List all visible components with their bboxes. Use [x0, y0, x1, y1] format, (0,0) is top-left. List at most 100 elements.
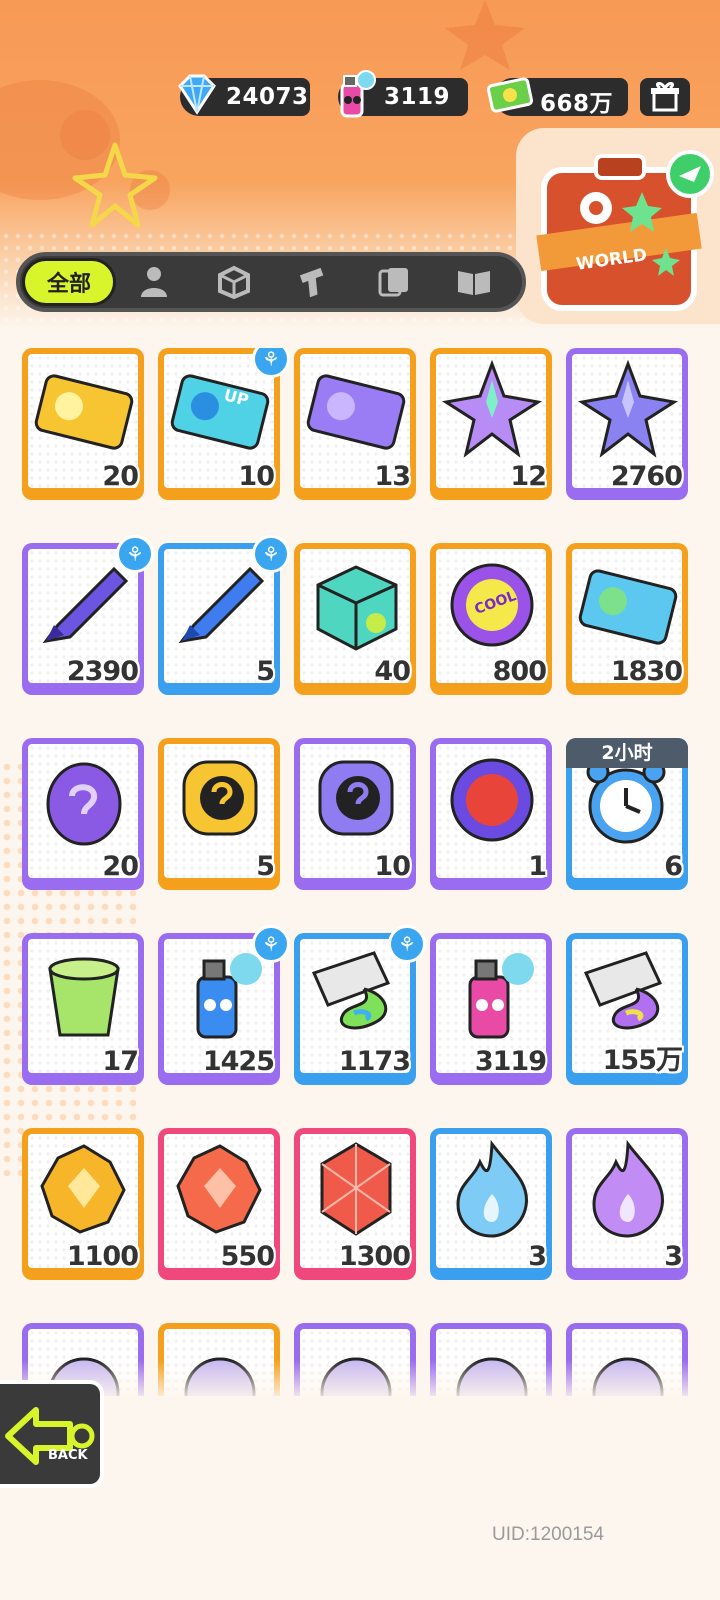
- item-count: 1173: [338, 1046, 411, 1077]
- blue-spray-can-icon: [196, 953, 262, 1039]
- item-count: 1830: [610, 656, 683, 687]
- inventory-item[interactable]: 17: [22, 933, 144, 1085]
- item-count: 10: [238, 461, 275, 492]
- palm-tree-badge-icon: ⚘: [252, 925, 290, 963]
- tab-all[interactable]: 全部: [22, 258, 116, 306]
- currency-value: 668万: [540, 91, 614, 117]
- currency-value: 24073: [226, 84, 309, 110]
- inventory-item[interactable]: ⚘ UP 10: [158, 348, 290, 500]
- cash-icon: [486, 77, 534, 113]
- pink-spray-can-icon: [468, 953, 534, 1039]
- cards-icon: [378, 268, 408, 297]
- inventory-item[interactable]: 40: [294, 543, 416, 695]
- mystery-deity-purple-icon: [318, 760, 394, 836]
- color-box-icon: [316, 565, 398, 651]
- item-count: 13: [374, 461, 411, 492]
- tab-cards[interactable]: [364, 256, 424, 308]
- purple-star-icon: [577, 359, 679, 458]
- gold-crystal-icon: [40, 1144, 126, 1234]
- item-count: 10: [374, 851, 411, 882]
- back-button[interactable]: BACK: [0, 1380, 104, 1488]
- book-icon: [458, 271, 490, 295]
- inventory-item[interactable]: 3: [430, 1128, 552, 1280]
- inventory-item[interactable]: 20: [22, 738, 144, 890]
- ticket-up-icon: [170, 374, 270, 450]
- star-doodle-icon: [72, 142, 158, 228]
- inventory-item[interactable]: 20: [22, 348, 144, 500]
- mystery-deity-gold-icon: [182, 760, 258, 836]
- item-count: 155万: [602, 1045, 683, 1076]
- item-count: 1100: [66, 1241, 139, 1272]
- box-icon: [218, 265, 250, 299]
- item-count: 3: [528, 1241, 547, 1272]
- world-button[interactable]: WORLD: [516, 128, 720, 324]
- item-count: 17: [102, 1046, 139, 1077]
- purple-flame-icon: [592, 1139, 664, 1238]
- mystery-egg-icon: [46, 762, 122, 846]
- suitcase-icon: [536, 150, 714, 311]
- diamond-icon: [178, 74, 216, 115]
- ticket-purple-icon: [306, 374, 406, 450]
- grid-fade: [0, 1360, 720, 1420]
- inventory-item[interactable]: ⚘ 1425: [158, 925, 290, 1085]
- inventory-item[interactable]: ⚘ 1173: [294, 925, 426, 1085]
- inventory-item[interactable]: 10: [294, 738, 416, 890]
- tab-box[interactable]: [204, 256, 264, 308]
- blue-crayon-icon: [178, 566, 265, 644]
- inventory-item[interactable]: ⚘ 5: [158, 535, 290, 695]
- inventory-item[interactable]: ⚘ 2390: [22, 535, 154, 695]
- item-count: 20: [102, 851, 139, 882]
- inventory-item[interactable]: 2760: [566, 348, 688, 500]
- item-count: 1425: [202, 1046, 275, 1077]
- season-ticket-icon: [578, 569, 678, 645]
- inventory-item[interactable]: 1300: [294, 1128, 416, 1280]
- inventory-item[interactable]: 1830: [566, 543, 688, 695]
- palm-tree-badge-icon: ⚘: [388, 925, 426, 963]
- gift-button[interactable]: [640, 78, 690, 116]
- currency-spray[interactable]: 3119: [338, 70, 468, 118]
- tab-all-label: 全部: [46, 272, 91, 297]
- category-tabbar: 全部: [16, 252, 526, 312]
- spray-gun-icon: [299, 267, 324, 298]
- inventory-item[interactable]: 2小时 6: [566, 738, 688, 890]
- item-count: 20: [102, 461, 139, 492]
- blue-flame-icon: [456, 1139, 528, 1238]
- inventory-item[interactable]: 550: [158, 1128, 280, 1280]
- inventory-item[interactable]: 13: [294, 348, 416, 500]
- inventory-item[interactable]: 155万: [566, 933, 688, 1085]
- paint-tube-rainbow-icon: [583, 951, 663, 1030]
- currency-diamond[interactable]: 24073: [178, 74, 310, 116]
- item-count: 2760: [610, 461, 683, 492]
- red-gem-icon: [320, 1142, 392, 1236]
- item-count: 800: [492, 656, 547, 687]
- item-count: 550: [220, 1241, 275, 1272]
- user-id: UID:1200154: [492, 1524, 604, 1545]
- inventory-item[interactable]: COOL 800: [430, 543, 552, 695]
- item-count: 3119: [474, 1046, 547, 1077]
- item-count: 2390: [66, 656, 139, 687]
- star-bg-icon: [445, 0, 525, 70]
- ticket-gold-icon: [34, 374, 134, 450]
- palm-tree-badge-icon: ⚘: [116, 535, 154, 573]
- palm-tree-badge-icon: ⚘: [252, 535, 290, 573]
- tab-weapon[interactable]: [284, 256, 344, 308]
- spray-can-icon: [340, 70, 376, 118]
- tab-book[interactable]: [444, 256, 504, 308]
- purple-crayon-icon: [42, 566, 129, 644]
- inventory-item[interactable]: 1100: [22, 1128, 144, 1280]
- piranha-badge-icon: [450, 758, 534, 842]
- item-count: 40: [374, 656, 411, 687]
- item-count: 5: [256, 851, 275, 882]
- inventory-item[interactable]: 5: [158, 738, 280, 890]
- inventory-item[interactable]: 1: [430, 738, 552, 890]
- inventory-item[interactable]: 3: [566, 1128, 688, 1280]
- inventory-item[interactable]: 3119: [430, 933, 552, 1085]
- inventory-item[interactable]: 12: [430, 348, 552, 500]
- item-count: 1: [528, 851, 547, 882]
- currency-cash[interactable]: 668万: [486, 77, 628, 117]
- paint-tube-green-icon: [311, 951, 391, 1030]
- gift-box-icon: [651, 81, 679, 112]
- red-crystal-icon: [176, 1144, 262, 1234]
- tab-character[interactable]: [124, 256, 184, 308]
- back-arrow-icon: [5, 1407, 95, 1465]
